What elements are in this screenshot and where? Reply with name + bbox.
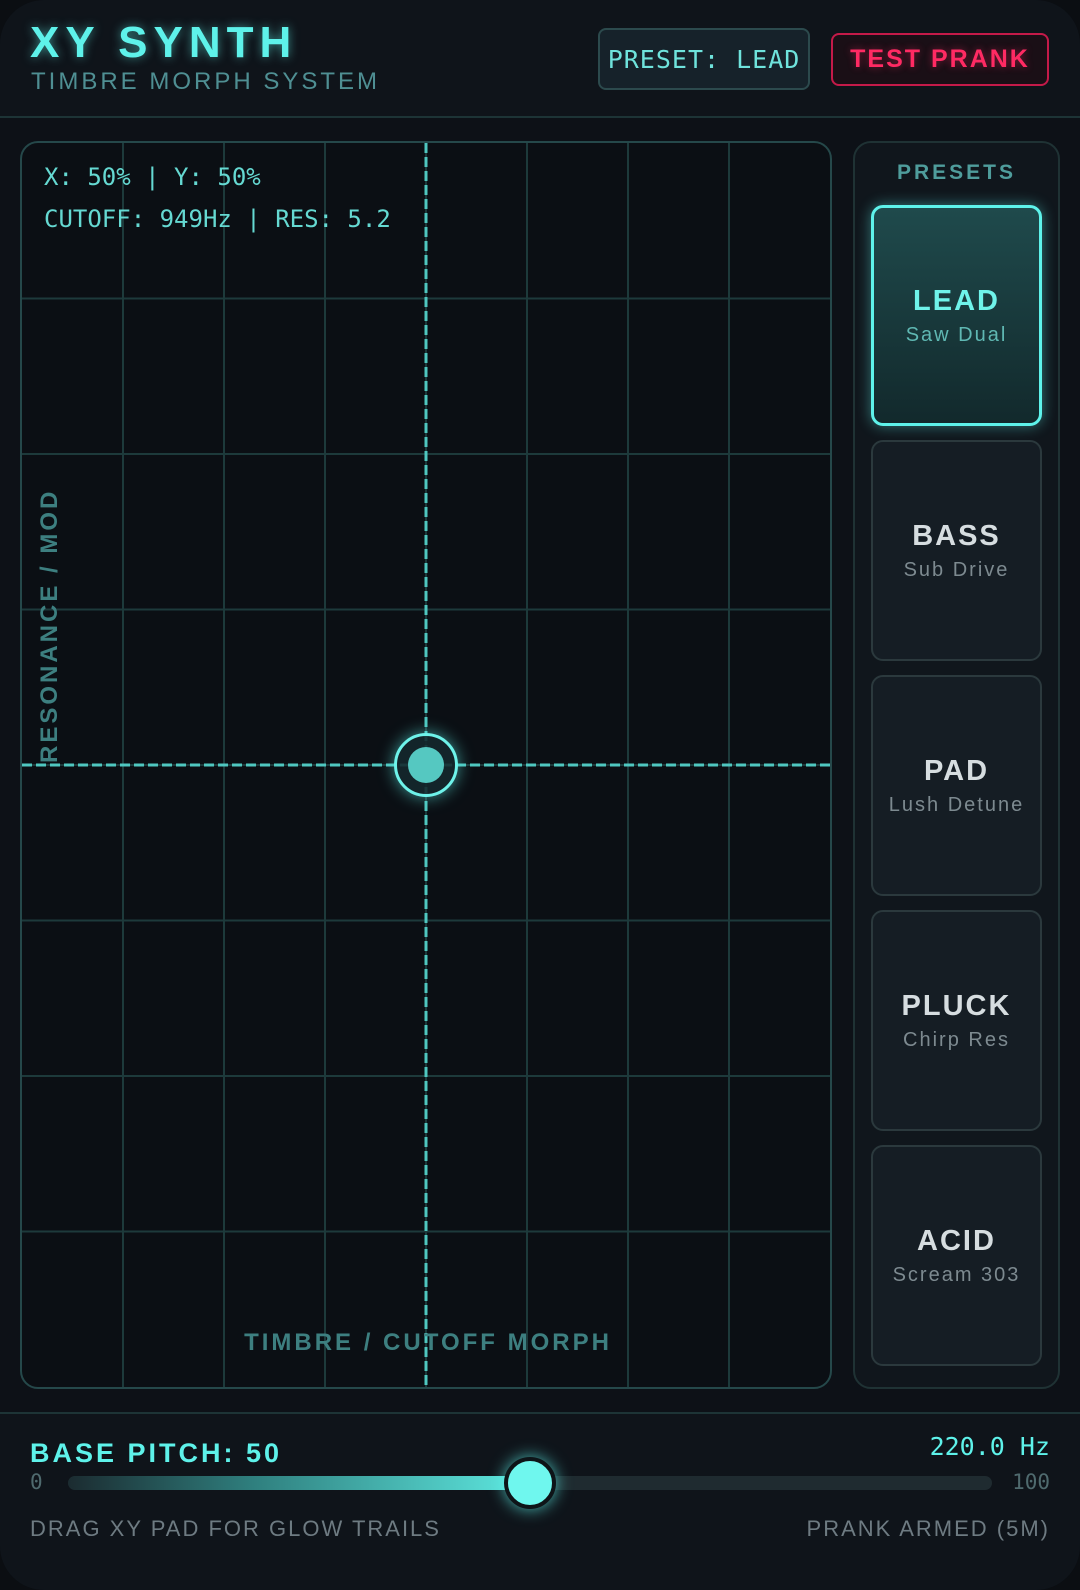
slider-min-label: 0: [30, 1470, 43, 1494]
app-title: XY SYNTH: [30, 18, 298, 67]
pitch-slider-fill: [68, 1476, 530, 1490]
xy-pad-handle[interactable]: [394, 733, 458, 797]
preset-name: ACID: [917, 1224, 996, 1257]
preset-desc: Lush Detune: [888, 793, 1025, 816]
header: XY SYNTH TIMBRE MORPH SYSTEM PRESET: LEA…: [0, 0, 1080, 118]
preset-name: PLUCK: [901, 989, 1012, 1022]
preset-desc: Chirp Res: [903, 1028, 1010, 1051]
preset-desc: Scream 303: [892, 1263, 1021, 1286]
preset-name: LEAD: [913, 284, 1000, 317]
slider-max-label: 100: [1012, 1470, 1050, 1494]
pitch-frequency: 220.0 Hz: [929, 1432, 1050, 1461]
app-subtitle: TIMBRE MORPH SYSTEM: [31, 68, 381, 95]
xy-pad[interactable]: X: 50% | Y: 50% CUTOFF: 949Hz | RES: 5.2…: [20, 141, 832, 1389]
x-axis-label: TIMBRE / CUTOFF MORPH: [244, 1329, 612, 1356]
preset-card-pad[interactable]: PAD Lush Detune: [871, 675, 1042, 896]
preset-card-lead[interactable]: LEAD Saw Dual: [871, 205, 1042, 426]
test-prank-button[interactable]: TEST PRANK: [831, 33, 1049, 86]
params-readout: CUTOFF: 949Hz | RES: 5.2: [44, 205, 391, 233]
presets-title: PRESETS: [896, 161, 1017, 184]
preset-card-acid[interactable]: ACID Scream 303: [871, 1145, 1042, 1366]
handle-core: [408, 747, 444, 783]
base-pitch-label: BASE PITCH: 50: [30, 1438, 283, 1468]
hint-text: DRAG XY PAD FOR GLOW TRAILS: [30, 1516, 441, 1541]
footer: BASE PITCH: 50 220.0 Hz 0 100 DRAG XY PA…: [0, 1412, 1080, 1590]
y-axis-label: RESONANCE / MOD: [36, 488, 63, 763]
preset-desc: Saw Dual: [905, 323, 1008, 346]
position-readout: X: 50% | Y: 50%: [44, 163, 261, 191]
preset-name: PAD: [923, 754, 990, 787]
preset-name: BASS: [912, 519, 1001, 552]
prank-status: PRANK ARMED (5M): [806, 1516, 1050, 1541]
preset-card-bass[interactable]: BASS Sub Drive: [871, 440, 1042, 661]
current-preset-badge: PRESET: LEAD: [598, 28, 810, 90]
pitch-slider-thumb[interactable]: [504, 1457, 556, 1509]
presets-panel: PRESETS LEAD Saw Dual BASS Sub Drive PAD…: [853, 141, 1060, 1389]
preset-card-pluck[interactable]: PLUCK Chirp Res: [871, 910, 1042, 1131]
synth-app: XY SYNTH TIMBRE MORPH SYSTEM PRESET: LEA…: [0, 0, 1080, 1590]
preset-desc: Sub Drive: [903, 558, 1010, 581]
